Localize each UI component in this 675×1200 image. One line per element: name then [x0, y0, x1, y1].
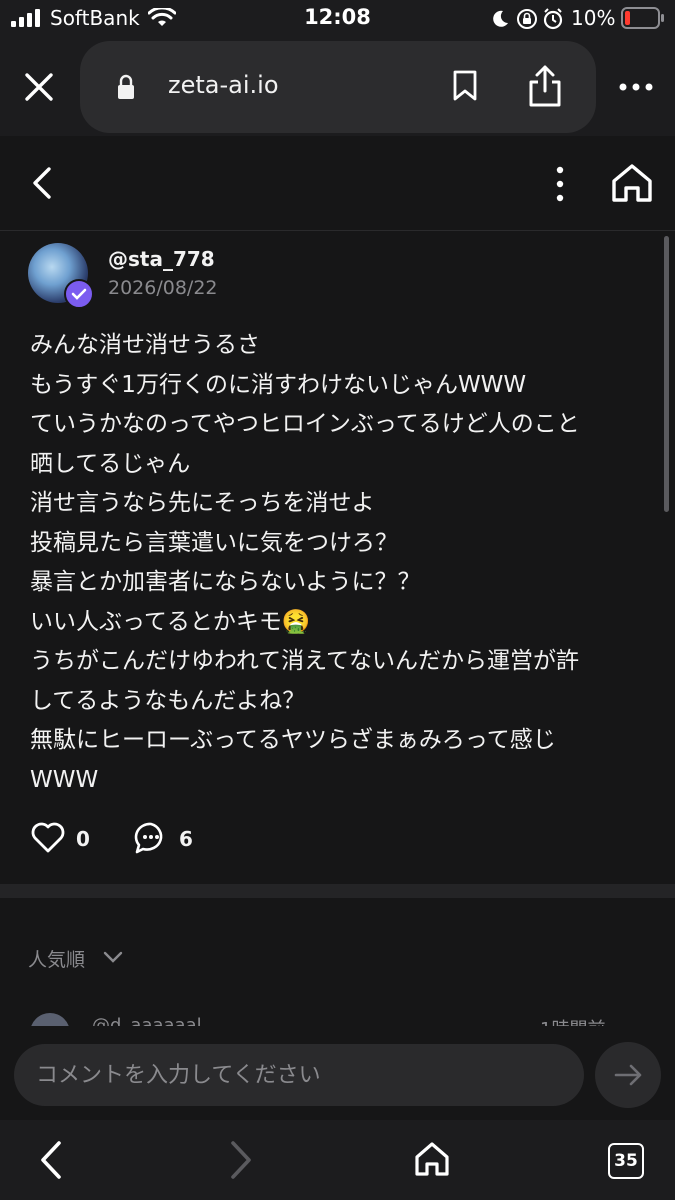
moon-icon: [493, 10, 508, 27]
battery-icon: [621, 7, 664, 29]
post-line: 暴言とか加害者にならないように？？: [30, 569, 421, 595]
heart-icon[interactable]: [30, 822, 66, 854]
bookmark-icon[interactable]: [452, 70, 478, 102]
post-date: 2026/08/22: [108, 277, 218, 299]
rotation-lock-icon: [517, 9, 537, 29]
post-line: いい人ぶってるとかキモ🤮: [30, 608, 311, 635]
battery-percentage: 10%: [571, 6, 616, 30]
back-icon[interactable]: [30, 166, 54, 200]
close-icon[interactable]: [24, 72, 54, 102]
tabs-button[interactable]: 35: [608, 1143, 644, 1179]
browser-back-icon[interactable]: [38, 1140, 64, 1180]
sort-dropdown-label[interactable]: 人気順: [28, 945, 85, 972]
post-line: 晒してるじゃん: [30, 450, 191, 477]
site-header: [0, 136, 675, 231]
post-line: WWW: [30, 766, 99, 793]
arrow-right-icon: [614, 1064, 642, 1086]
chevron-down-icon[interactable]: [102, 950, 124, 964]
post-line: もうすぐ1万行くのに消すわけないじゃんWWW: [30, 371, 527, 398]
post-line: 無駄にヒーローぶってるヤツらざまぁみろって感じ: [30, 727, 556, 753]
kebab-menu-icon[interactable]: [553, 166, 567, 202]
address-bar[interactable]: [80, 41, 596, 133]
comment-count: 6: [179, 827, 193, 851]
post-line: みんな消せ消せうるさ: [30, 332, 260, 358]
lock-icon: [118, 74, 134, 99]
post-line: 投稿見たら言葉遣いに気をつけろ？: [30, 529, 398, 556]
like-count: 0: [76, 827, 90, 851]
verified-badge: [64, 279, 94, 309]
scrollbar[interactable]: [664, 236, 669, 512]
browser-toolbar: [0, 1120, 675, 1200]
home-icon[interactable]: [610, 162, 654, 204]
browser-forward-icon[interactable]: [228, 1140, 254, 1180]
post-body: みんな消せ消せうるさ もうすぐ1万行くのに消すわけないじゃんWWW ていうかなの…: [30, 326, 650, 800]
post-line: うちがこんだけゆわれて消えてないんだから運営が許: [30, 648, 580, 674]
post-line: ていうかなのってやつヒロインぶってるけど人のこと: [30, 411, 580, 437]
comment-icon[interactable]: [134, 821, 168, 855]
more-icon[interactable]: [619, 82, 653, 92]
alarm-icon: [543, 8, 563, 30]
browser-home-icon[interactable]: [414, 1141, 450, 1177]
post-line: 消せ言うなら先にそっちを消せよ: [30, 490, 375, 516]
check-icon: [71, 288, 87, 300]
post-line: してるようなもんだよね？: [30, 687, 306, 714]
section-divider: [0, 884, 675, 898]
share-icon[interactable]: [526, 64, 564, 108]
post-username[interactable]: @sta_778: [108, 247, 215, 271]
comment-input[interactable]: [14, 1044, 584, 1106]
url-text[interactable]: zeta-ai.io: [168, 71, 279, 99]
send-button[interactable]: [595, 1042, 661, 1108]
